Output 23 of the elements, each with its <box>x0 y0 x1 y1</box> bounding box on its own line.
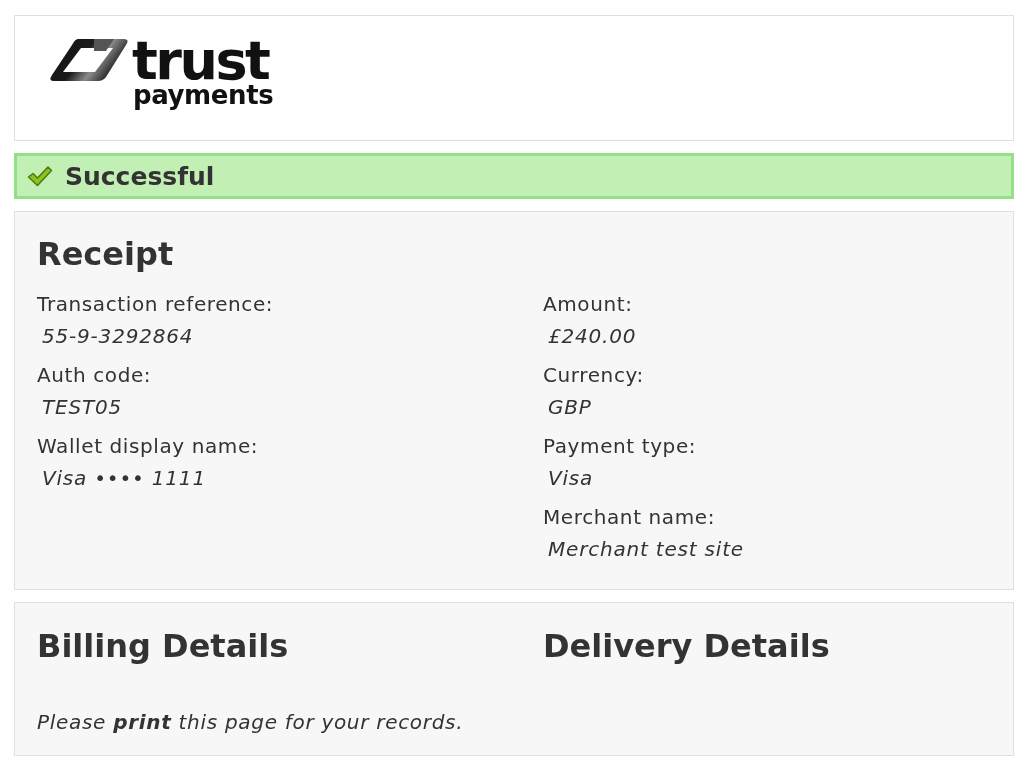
field-label: Transaction reference: <box>37 291 274 318</box>
field-value: 55-9-3292864 <box>42 323 194 350</box>
card-logo-icon <box>48 37 130 83</box>
print-note: Please print this page for your records. <box>37 709 465 735</box>
field-label: Payment type: <box>543 433 697 460</box>
status-label: Successful <box>65 161 215 191</box>
field-label: Wallet display name: <box>37 433 259 460</box>
field-value: TEST05 <box>42 394 122 421</box>
field-value: GBP <box>548 394 592 421</box>
section-heading: Delivery Details <box>543 628 831 664</box>
receipt-heading: Receipt <box>37 236 175 272</box>
field-value: Merchant test site <box>548 536 744 563</box>
section-heading: Billing Details <box>37 628 290 664</box>
field-label: Amount: <box>543 291 633 318</box>
check-icon <box>27 165 53 187</box>
field-value: Visa <box>548 465 594 492</box>
logo-wordmark: trust <box>132 37 269 85</box>
field-value: Visa •••• 1111 <box>42 465 206 492</box>
field-label: Currency: <box>543 362 644 389</box>
field-value: £240.00 <box>548 323 637 350</box>
field-label: Auth code: <box>37 362 152 389</box>
field-label: Merchant name: <box>543 504 715 531</box>
logo-tagline: payments <box>133 82 274 108</box>
